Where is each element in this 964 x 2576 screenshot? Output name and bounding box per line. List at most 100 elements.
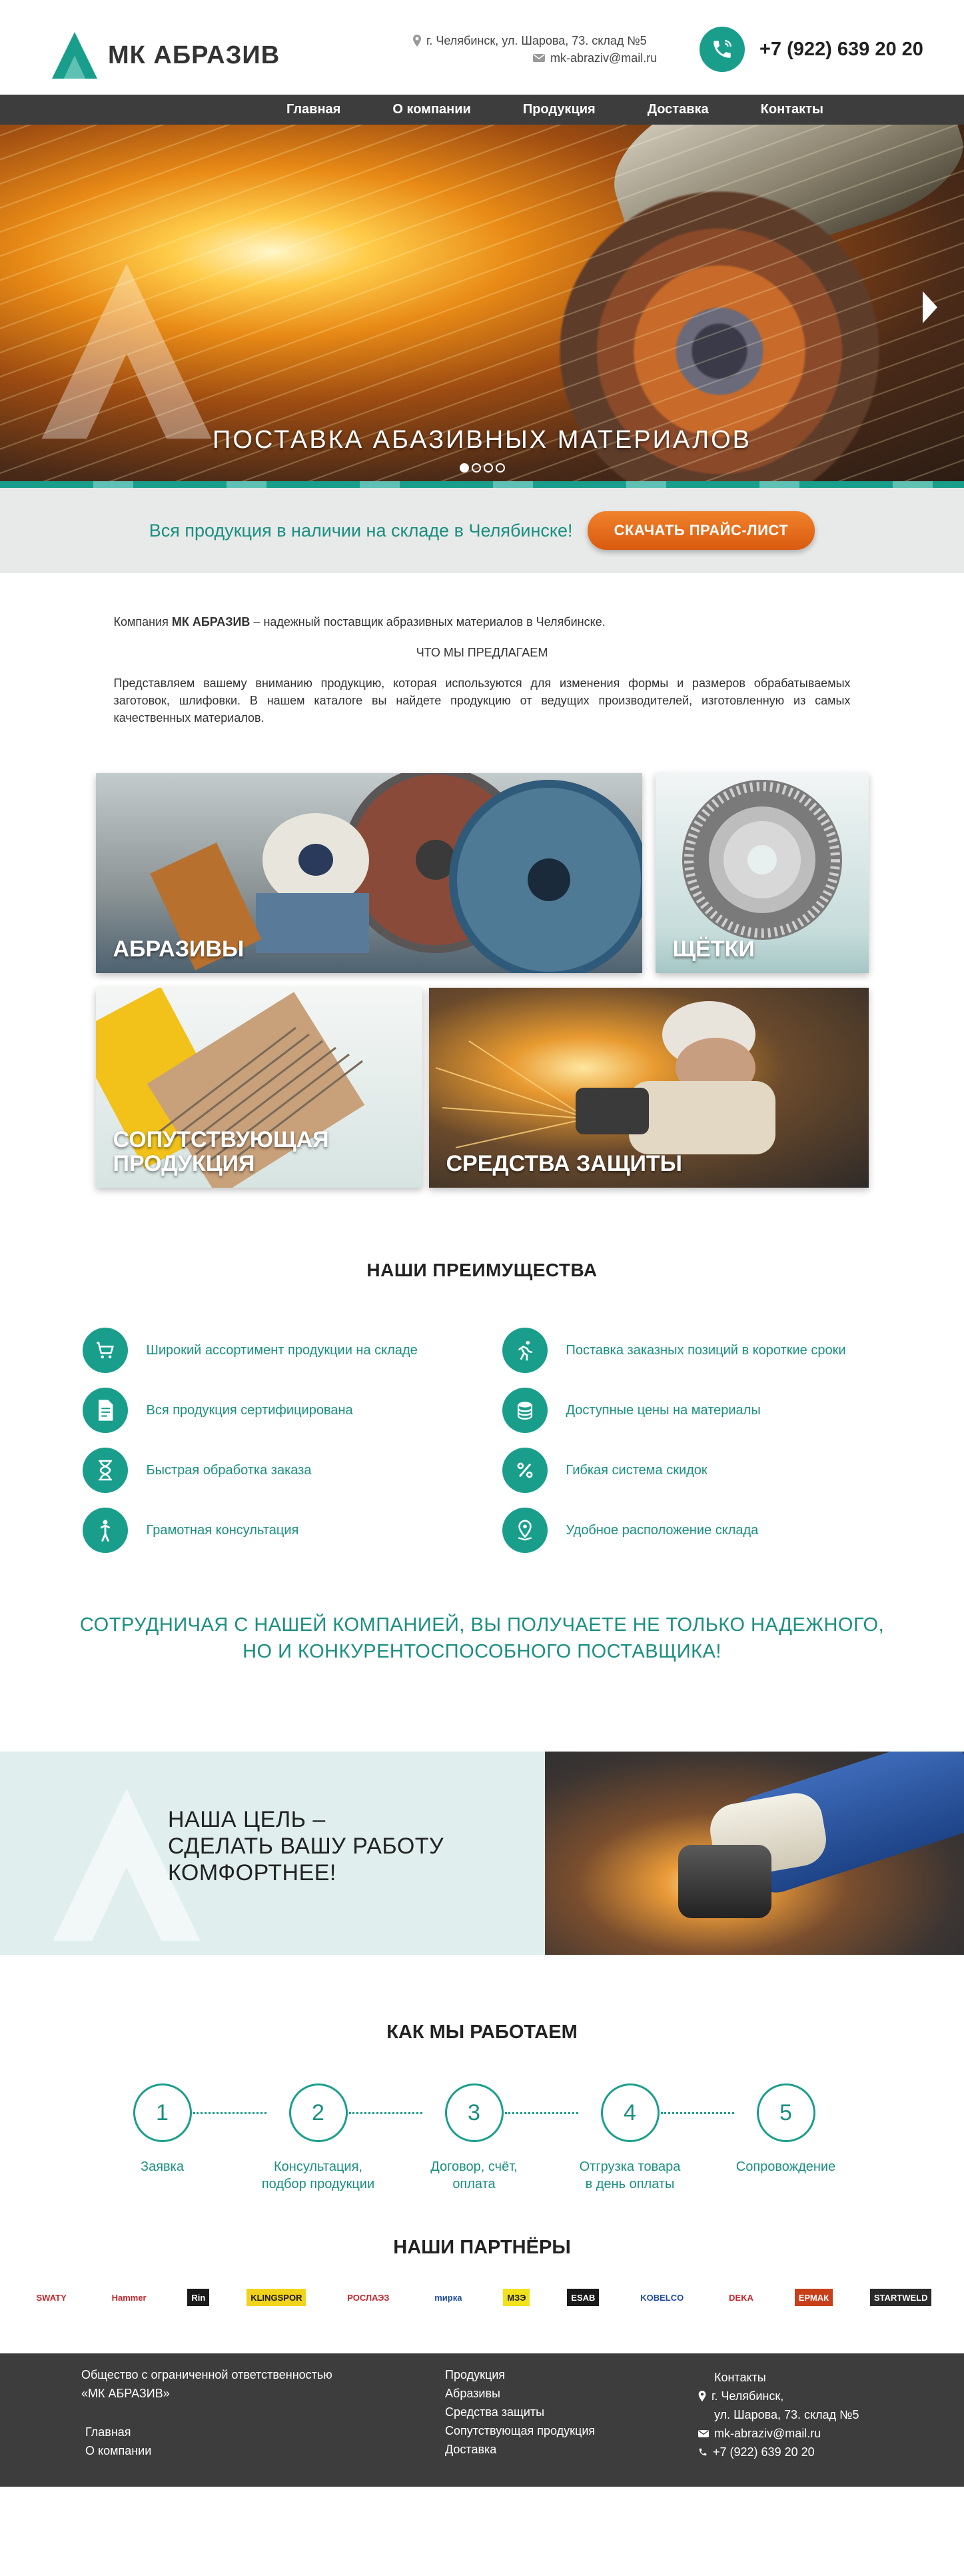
- advantage-text: Гибкая система скидок: [566, 1462, 708, 1478]
- nav-item-delivery[interactable]: Доставка: [648, 102, 709, 117]
- intro-prefix: Компания: [113, 615, 172, 629]
- footer-email[interactable]: mk-abraziv@mail.ru: [714, 2424, 821, 2443]
- step-label-line: оплата: [452, 2177, 496, 2191]
- footer-link-protection[interactable]: Средства защиты: [445, 2403, 595, 2421]
- slogan-line: НО И КОНКУРЕНТОСПОСОБНОГО ПОСТАВЩИКА!: [242, 1641, 722, 1662]
- offer-heading: ЧТО МЫ ПРЕДЛАГАЕМ: [416, 646, 548, 659]
- runner-icon: [502, 1328, 548, 1373]
- category-related-products[interactable]: СОПУТСТВУЮЩАЯ ПРОДУКЦИЯ: [95, 988, 422, 1188]
- download-price-button[interactable]: СКАЧАТЬ ПРАЙС-ЛИСТ: [587, 511, 815, 550]
- advantage-item: Поставка заказных позиций в короткие сро…: [502, 1328, 882, 1373]
- phone-number: +7 (922) 639 20 20: [759, 38, 923, 60]
- goal-photo: [545, 1752, 964, 1955]
- advantage-item: Удобное расположение склада: [502, 1508, 882, 1553]
- hero-bottom-bar: [0, 481, 964, 488]
- slider-dot[interactable]: [471, 463, 481, 473]
- work-step: 1 Заявка: [83, 2083, 242, 2175]
- nav-item-contacts[interactable]: Контакты: [761, 102, 823, 117]
- partner-logo-swaty[interactable]: SWATY: [32, 2289, 71, 2306]
- step-label-line: Договор, счёт,: [430, 2159, 518, 2174]
- partner-logo-deka[interactable]: DEKA: [725, 2289, 757, 2306]
- advantage-item: Грамотная консультация: [82, 1508, 502, 1553]
- category-protection[interactable]: СРЕДСТВА ЗАЩИТЫ: [428, 988, 869, 1188]
- document-icon: [82, 1388, 128, 1433]
- advantage-text: Вся продукция сертифицирована: [146, 1402, 353, 1418]
- work-step: 4 Отгрузка товара в день оплаты: [550, 2083, 710, 2193]
- slider-dot[interactable]: [495, 463, 505, 473]
- person-icon: [82, 1508, 128, 1553]
- footer-link-about[interactable]: О компании: [85, 2441, 332, 2460]
- main-nav: Главная О компании Продукция Доставка Ко…: [0, 95, 964, 125]
- partner-logo-рослаэз[interactable]: РОСЛАЭЗ: [343, 2289, 394, 2306]
- partner-logo-esab[interactable]: ESAB: [567, 2289, 600, 2306]
- category-label-line: ПРОДУКЦИЯ: [113, 1151, 255, 1176]
- map-pin-icon: [698, 2391, 706, 2401]
- goal-line: КОМФОРТНЕЕ!: [168, 1860, 336, 1886]
- partner-logo-kobelco[interactable]: KOBELCO: [636, 2289, 688, 2306]
- step-label: Сопровождение: [706, 2158, 866, 2175]
- footer-link-products[interactable]: Продукция: [445, 2365, 595, 2384]
- logo[interactable]: МК АБРАЗИВ: [48, 29, 280, 81]
- next-slide-arrow-icon[interactable]: [923, 291, 937, 323]
- category-label: СОПУТСТВУЮЩАЯ ПРОДУКЦИЯ: [113, 1128, 329, 1176]
- footer-links-left: Главная О компании: [81, 2423, 332, 2460]
- partner-logo-klingspor[interactable]: KLINGSPOR: [246, 2289, 306, 2306]
- hero-title: ПОСТАВКА АБАЗИВНЫХ МАТЕРИАЛОВ: [213, 426, 751, 454]
- step-label-line: подбор продукции: [261, 2177, 375, 2191]
- footer-phone-row: +7 (922) 639 20 20: [698, 2443, 859, 2461]
- partner-logo-rin[interactable]: Rin: [187, 2289, 210, 2306]
- partner-logo-ермак[interactable]: ЕРМАК: [794, 2289, 833, 2306]
- slider-dot[interactable]: [459, 463, 469, 473]
- category-abrasives[interactable]: АБРАЗИВЫ: [95, 773, 642, 973]
- footer-link-home[interactable]: Главная: [85, 2423, 332, 2441]
- slogan-line: СОТРУДНИЧАЯ С НАШЕЙ КОМПАНИЕЙ, ВЫ ПОЛУЧА…: [79, 1614, 885, 1636]
- goal-text-panel: НАША ЦЕЛЬ – СДЕЛАТЬ ВАШУ РАБОТУ КОМФОРТН…: [0, 1752, 545, 1955]
- partner-logo-hammer[interactable]: Hammer: [107, 2289, 151, 2306]
- header-phone[interactable]: +7 (922) 639 20 20: [700, 27, 923, 72]
- footer-link-abrasives[interactable]: Абразивы: [445, 2384, 595, 2403]
- footer-contacts: Контакты г. Челябинск, ул. Шарова, 73. с…: [698, 2368, 859, 2461]
- step-label-line: Сопровождение: [735, 2159, 836, 2174]
- intro-brand: МК АБРАЗИВ: [171, 615, 250, 629]
- hourglass-icon: [82, 1448, 128, 1493]
- goal-line: НАША ЦЕЛЬ –: [168, 1807, 326, 1832]
- nav-item-products[interactable]: Продукция: [523, 102, 596, 117]
- footer-phone[interactable]: +7 (922) 639 20 20: [713, 2443, 815, 2461]
- step-label-line: в день оплаты: [585, 2177, 675, 2191]
- advantages-title: НАШИ ПРЕИМУЩЕСТВА: [366, 1260, 598, 1280]
- map-pin-icon: [413, 35, 421, 47]
- advantage-text: Поставка заказных позиций в короткие сро…: [566, 1342, 846, 1358]
- nav-item-home[interactable]: Главная: [286, 102, 340, 117]
- nav-item-about[interactable]: О компании: [392, 102, 470, 117]
- category-brushes[interactable]: ЩЁТКИ: [655, 773, 869, 973]
- goal-text: НАША ЦЕЛЬ – СДЕЛАТЬ ВАШУ РАБОТУ КОМФОРТН…: [168, 1806, 444, 1886]
- slider-dot[interactable]: [483, 463, 493, 473]
- intro-suffix: – надежный поставщик абразивных материал…: [250, 615, 606, 629]
- step-number: 5: [756, 2083, 815, 2142]
- phone-icon: [700, 27, 745, 72]
- footer-city: г. Челябинск,: [712, 2389, 784, 2403]
- footer-links-products: Продукция Абразивы Средства защиты Сопут…: [445, 2365, 595, 2459]
- company-name-line: Общество с ограниченной ответственностью: [81, 2368, 332, 2381]
- intro-paragraph: Компания МК АБРАЗИВ – надежный поставщик…: [114, 613, 851, 631]
- partner-logo-мзэ[interactable]: МЗЭ: [503, 2289, 530, 2306]
- footer-link-delivery[interactable]: Доставка: [445, 2440, 595, 2459]
- advantage-item: Доступные цены на материалы: [502, 1388, 882, 1433]
- slider-dots: [0, 463, 964, 473]
- work-step: 5 Сопровождение: [706, 2083, 866, 2175]
- step-number: 3: [444, 2083, 504, 2142]
- logo-icon: [52, 32, 97, 79]
- how-we-work-title: КАК МЫ РАБОТАЕМ: [386, 2021, 578, 2043]
- advantage-text: Удобное расположение склада: [566, 1522, 759, 1538]
- footer-address-row: г. Челябинск,: [698, 2387, 859, 2405]
- partner-logo-startweld[interactable]: STARTWELD: [869, 2289, 932, 2306]
- advantage-item: Быстрая обработка заказа: [82, 1448, 502, 1493]
- advantage-text: Быстрая обработка заказа: [146, 1462, 312, 1478]
- category-label: АБРАЗИВЫ: [113, 936, 244, 962]
- footer-email-row: mk-abraziv@mail.ru: [698, 2424, 859, 2443]
- work-step: 3 Договор, счёт, оплата: [394, 2083, 554, 2193]
- footer-link-related[interactable]: Сопутствующая продукция: [445, 2421, 595, 2440]
- header-address: г. Челябинск, ул. Шарова, 73. склад №5: [426, 34, 647, 47]
- partner-logo-mирка[interactable]: mирка: [430, 2289, 466, 2306]
- header-email[interactable]: mk-abraziv@mail.ru: [550, 49, 657, 67]
